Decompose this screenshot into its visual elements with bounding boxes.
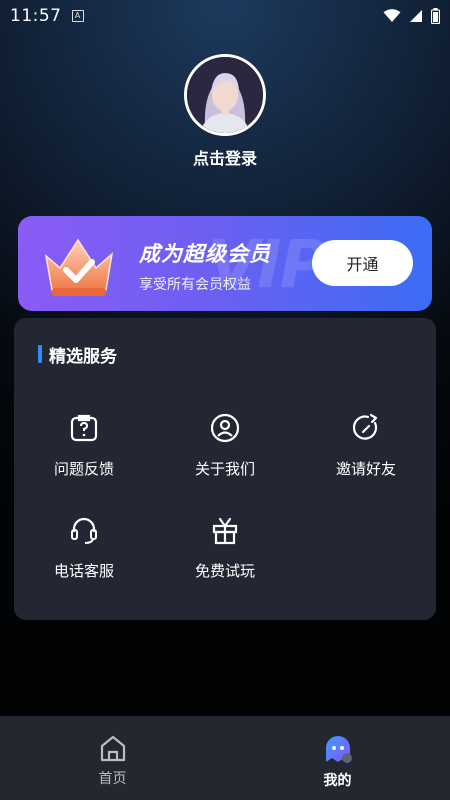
battery-icon <box>431 8 440 24</box>
headset-icon <box>71 517 97 544</box>
tab-label: 我的 <box>323 773 352 789</box>
service-label: 问题反馈 <box>53 460 114 478</box>
vip-banner[interactable]: VIP 成为超级会员 享受所有会员权益 开通 <box>18 216 432 311</box>
bottom-tab-bar: 首页 我的 <box>0 716 450 800</box>
signal-icon <box>410 10 422 22</box>
service-phone-support[interactable]: 电话客服 <box>14 514 154 594</box>
service-label: 免费试玩 <box>194 562 255 580</box>
gift-icon <box>212 517 238 545</box>
login-button[interactable]: 点击登录 <box>0 145 450 169</box>
profile-icon <box>325 736 352 763</box>
services-card: 精选服务 问题反馈 关于我们 邀请好友 电话客服 免费试玩 <box>14 318 436 620</box>
services-title: 精选服务 <box>38 342 117 367</box>
tab-home[interactable]: 首页 <box>0 716 225 800</box>
about-icon <box>210 413 240 443</box>
tab-mine[interactable]: 我的 <box>225 716 450 800</box>
tab-label: 首页 <box>98 771 127 787</box>
service-about[interactable]: 关于我们 <box>155 412 295 492</box>
crown-icon <box>44 238 114 296</box>
home-icon <box>100 735 125 762</box>
service-invite[interactable]: 邀请好友 <box>296 412 436 492</box>
user-avatar[interactable] <box>184 54 266 136</box>
vip-open-button[interactable]: 开通 <box>312 240 413 286</box>
status-icons <box>383 8 440 24</box>
vip-title: 成为超级会员 <box>139 242 271 266</box>
status-bar: 11:57 A <box>0 0 450 32</box>
service-label: 邀请好友 <box>335 460 396 478</box>
status-time: 11:57 <box>10 6 62 26</box>
wifi-icon <box>383 9 401 22</box>
service-label: 关于我们 <box>194 460 255 478</box>
invite-icon <box>352 413 378 440</box>
avatar-image <box>187 57 263 133</box>
service-label: 电话客服 <box>53 562 114 580</box>
vip-subtitle: 享受所有会员权益 <box>139 277 251 293</box>
notification-icon: A <box>71 10 84 22</box>
feedback-icon <box>70 414 98 442</box>
service-free-trial[interactable]: 免费试玩 <box>155 514 295 594</box>
service-feedback[interactable]: 问题反馈 <box>14 412 154 492</box>
